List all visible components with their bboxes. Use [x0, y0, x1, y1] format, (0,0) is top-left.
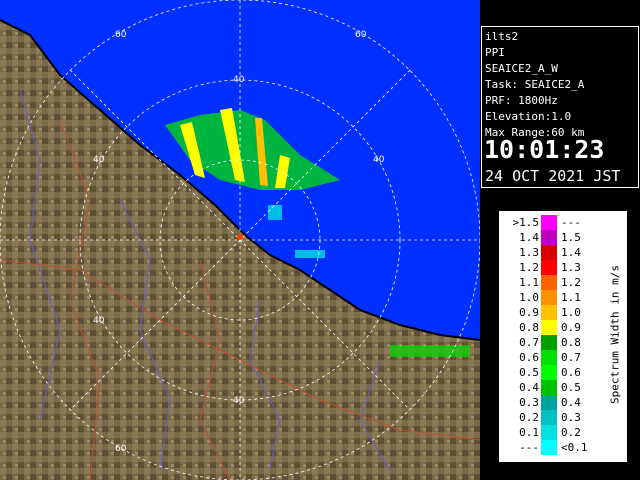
ring-label: 60	[115, 444, 127, 454]
legend-swatch	[541, 290, 557, 305]
legend-swatch	[541, 350, 557, 365]
legend-swatch	[541, 365, 557, 380]
legend-swatch	[541, 230, 557, 245]
legend-upper-bound: 1.5	[561, 231, 581, 244]
legend-lower-bound: 0.8	[519, 321, 539, 334]
legend-upper-bound: 1.4	[561, 246, 581, 259]
task-name: Task: SEAICE2_A	[485, 78, 585, 91]
legend-upper-bound: 0.4	[561, 396, 581, 409]
legend-lower-bound: 0.7	[519, 336, 539, 349]
legend-lower-bound: 1.0	[519, 291, 539, 304]
legend-lower-bound: 0.9	[519, 306, 539, 319]
legend-upper-bound: 0.2	[561, 426, 581, 439]
legend-upper-bound: 0.7	[561, 351, 581, 364]
ring-label: 40	[93, 316, 105, 326]
ring-label: 60	[355, 30, 367, 40]
legend-swatch	[541, 320, 557, 335]
legend-upper-bound: 1.2	[561, 276, 581, 289]
legend-lower-bound: 0.2	[519, 411, 539, 424]
legend-upper-bound: 1.1	[561, 291, 581, 304]
legend-lower-bound: 0.5	[519, 366, 539, 379]
radar-site-marker	[237, 234, 243, 240]
legend-upper-bound: 1.0	[561, 306, 581, 319]
legend-upper-bound: 1.3	[561, 261, 581, 274]
legend-swatch	[541, 260, 557, 275]
legend-upper-bound: <0.1	[561, 441, 588, 454]
legend-swatch	[541, 440, 557, 455]
legend-upper-bound: 0.3	[561, 411, 581, 424]
legend-swatch	[541, 215, 557, 230]
legend-upper-bound: 0.6	[561, 366, 581, 379]
legend-lower-bound: 0.1	[519, 426, 539, 439]
ring-label: 40	[373, 155, 385, 165]
legend-swatch	[541, 305, 557, 320]
legend-swatch	[541, 410, 557, 425]
legend-lower-bound: 0.4	[519, 381, 539, 394]
legend-swatch	[541, 380, 557, 395]
legend-lower-bound: ---	[519, 441, 539, 454]
legend-lower-bound: 1.3	[519, 246, 539, 259]
scan-time: 10:01:23	[484, 135, 605, 164]
legend-upper-bound: 0.9	[561, 321, 581, 334]
legend-upper-bound: ---	[561, 216, 581, 229]
legend-swatch	[541, 335, 557, 350]
ring-label: 40	[93, 155, 105, 165]
legend-lower-bound: 1.2	[519, 261, 539, 274]
legend-lower-bound: 1.1	[519, 276, 539, 289]
ring-label: 60	[115, 30, 127, 40]
legend-swatch	[541, 245, 557, 260]
radar-name: ilts2	[485, 30, 519, 43]
legend-row: >1.5 ---	[499, 215, 627, 230]
legend-lower-bound: 1.4	[519, 231, 539, 244]
legend-upper-bound: 0.5	[561, 381, 581, 394]
ring-label: 40	[233, 75, 245, 85]
elevation-value: Elevation:1.0	[485, 110, 572, 123]
legend-row: --- <0.1	[499, 440, 627, 455]
legend-lower-bound: >1.5	[512, 216, 540, 229]
legend-upper-bound: 0.8	[561, 336, 581, 349]
legend-swatch	[541, 395, 557, 410]
scan-mode: PPI	[485, 46, 505, 59]
info-panel: ilts2 PPI SEAICE2_A_W Task: SEAICE2_A PR…	[481, 26, 639, 188]
scan-date: 24 OCT 2021 JST	[485, 167, 621, 185]
legend-lower-bound: 0.6	[519, 351, 539, 364]
ring-label: 40	[233, 396, 245, 406]
legend-unit-label: Spectrum Width in m/s	[608, 264, 622, 405]
radar-ppi-map: 60 60 40 40 40 40 40 60	[0, 0, 480, 480]
prf-value: PRF: 1800Hz	[485, 94, 558, 107]
scan-name: SEAICE2_A_W	[485, 62, 558, 75]
legend-lower-bound: 0.3	[519, 396, 539, 409]
legend-swatch	[541, 275, 557, 290]
legend-swatch	[541, 425, 557, 440]
legend-row: 1.4 1.5	[499, 230, 627, 245]
